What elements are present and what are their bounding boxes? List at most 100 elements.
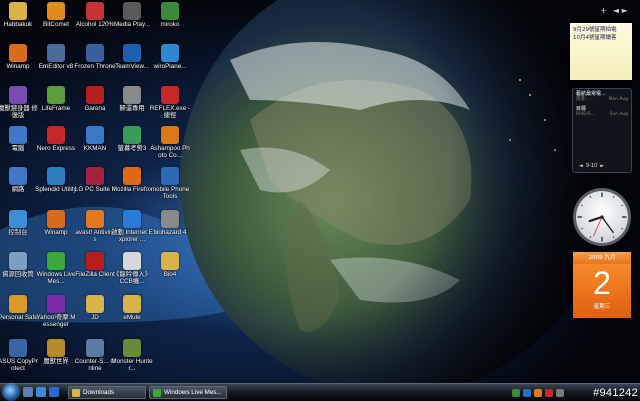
desktop-icon[interactable]: mobile PhoneTools [151,167,189,213]
desktop-icon[interactable]: EmEditor v8 [38,44,74,90]
desktop-icon[interactable]: biohazard 4 [152,210,188,256]
desktop-icon[interactable]: Winamp [0,44,36,90]
desktop-icon[interactable]: Counter-S... Online [74,339,116,385]
desktop-icon-label: 魔獸世界 [43,358,69,365]
desktop-icon[interactable]: KKMAN [77,126,113,172]
desktop-icon[interactable]: Monster Hunter... [111,339,153,385]
game-icon [161,210,179,228]
yahoo-icon [47,295,65,313]
tray-watermark-text: #941242 [593,387,638,399]
photo-icon [161,126,179,144]
desktop-icon-label: 網路 [11,186,25,193]
desktop-icon[interactable]: Ashampoo Photo Co... [150,126,190,172]
sidebar-add-button[interactable]: + [600,6,607,16]
tray-messenger-icon[interactable] [512,388,520,397]
rss-prev-icon[interactable]: ◄ [579,163,583,169]
switch-windows-icon[interactable] [36,387,46,397]
desktop-icon-label: Counter-S... Online [74,358,116,373]
rss-item-source: RiVErS... [576,112,595,117]
desktop-icon[interactable]: JD [77,295,113,341]
desktop-icon[interactable]: ASUS CopyProtect [0,339,38,385]
desktop-icon-label: Frozen Throne [74,63,116,70]
notes-gadget[interactable]: 9月29號星期拍電 10月4號星期讀客 [570,23,632,80]
filezilla-icon [86,252,104,270]
garena-icon [86,86,104,104]
desktop-icon-label: EmEditor v8 [38,63,74,70]
folder-icon [72,388,80,397]
analog-clock-gadget[interactable] [571,186,633,248]
desktop-icon[interactable]: BitComet [38,2,74,48]
desktop-icon-label: LifeFrame [41,105,71,112]
sidebar-controls: + ◄ ► [594,5,634,17]
desktop-icon-label: Winamp [6,63,30,70]
desktop-icon[interactable]: Media Play... [114,2,150,48]
ie-icon [123,210,141,228]
desktop-icon[interactable]: TeamView... [114,44,150,90]
media-player-icon [123,2,141,20]
desktop-icon[interactable]: 資源回收筒 [0,252,36,298]
taskbar-button-downloads[interactable]: Downloads [68,386,146,399]
desktop-icon[interactable]: Personal Safe [0,295,38,341]
desktop-icon[interactable]: Yahoo!奇摩 Messenger [36,295,76,341]
app-icon [123,126,141,144]
desktop-icon[interactable]: FileZilla Client [75,252,115,298]
desktop-icon[interactable]: Windows Live Mes... [37,252,75,298]
desktop-icon-label: 魔獸變身器 修復版 [0,105,38,120]
desktop-icon-label: TeamView... [115,63,149,70]
tray-app-icon[interactable] [545,388,553,397]
desktop-icon[interactable]: 魔獸世界 [38,339,74,385]
desktop-icon[interactable]: LG PC Suite II [75,167,115,213]
firefox-icon [123,167,141,185]
computer-icon [9,126,27,144]
app-icon [9,86,27,104]
document-icon [123,252,141,270]
rss-next-icon[interactable]: ► [600,163,604,169]
desktop-icon[interactable]: eMule [114,295,150,341]
desktop-icon[interactable]: Splendid Utility [35,167,77,213]
folder-icon [161,252,179,270]
desktop-icon[interactable]: miroko [152,2,188,48]
rss-item[interactable]: 目標 RiVErS... Sun Aug [576,106,628,118]
desktop-icon-label: eMule [123,314,141,321]
sidebar-nav-buttons[interactable]: ◄ ► [613,6,628,16]
rss-feed-gadget[interactable]: 藝航最常電... 雨港 - ... Mon Aug 目標 RiVErS... Sun… [572,88,632,173]
start-button[interactable] [3,384,19,400]
calendar-day-number: 2 [593,265,611,301]
desktop-icon[interactable]: Bio4 [152,252,188,298]
desktop-icon[interactable]: 《龍吟傳入》CCB機... [113,252,151,298]
tray-avast-icon[interactable] [534,388,542,397]
ie-quicklaunch-icon[interactable] [49,387,59,397]
desktop-icon-label: Nero Express [36,145,76,152]
desktop-icon[interactable]: 電腦 [0,126,36,172]
phone-icon [86,167,104,185]
desktop-icon-label: ASUS CopyProtect [0,358,38,373]
monitor-icon [47,167,65,185]
folder-icon [86,295,104,313]
desktop-icon[interactable]: 控制台 [0,210,36,256]
desktop-icon[interactable]: Mozilla Firefox [112,167,152,213]
alcohol-icon [86,2,104,20]
phone-icon [161,167,179,185]
desktop-icon[interactable]: avast! Antivirus [75,210,115,256]
bitcomet-icon [47,2,65,20]
desktop-icon[interactable]: wiroPlane... [152,44,188,90]
rss-item[interactable]: 藝航最常電... 雨港 - ... Mon Aug [576,91,628,103]
desktop-icon-label: 控制台 [8,229,28,236]
tray-network-icon[interactable] [523,388,531,397]
desktop-icon[interactable]: Frozen Throne [74,44,116,90]
winamp-icon [47,210,65,228]
desktop-icon[interactable]: Winamp [38,210,74,256]
desktop-icon[interactable]: 網路 [0,167,36,213]
desktop-icon[interactable]: Nero Express [36,126,76,172]
desktop-icon-label: Yahoo!奇摩 Messenger [36,314,76,329]
tray-volume-icon[interactable] [556,388,564,397]
calendar-gadget[interactable]: 2009 九月 2 星期三 [573,252,631,318]
desktop-icon[interactable]: Habbakuk [0,2,36,48]
taskbar-button-messenger[interactable]: Windows Live Mes... [149,386,227,399]
desktop-icon[interactable]: 螢幕考勞3 [114,126,150,172]
desktop-icon[interactable]: 啟動 Internet Explorer ... [111,210,153,256]
show-desktop-icon[interactable] [23,387,33,397]
desktop-icon[interactable]: Alcohol 120% [76,2,114,48]
avast-icon [86,210,104,228]
wow-icon [47,339,65,357]
